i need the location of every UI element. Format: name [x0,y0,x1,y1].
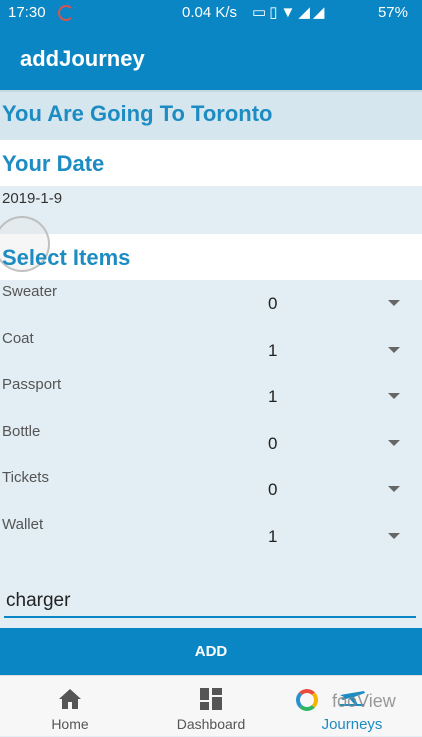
watermark-text: fooView [332,691,396,711]
destination-section: You Are Going To Toronto [0,90,422,140]
nav-label-journeys: Journeys [321,716,383,733]
nav-label-dashboard: Dashboard [176,716,246,732]
item-label: Tickets [2,469,49,486]
status-bar: 17:30 0.04 K/s ▭▯▼◢◢ 57% [0,0,422,26]
date-section-header: Your Date [0,140,422,186]
page-title: addJourney [20,46,145,71]
signal-icon: ◢ [298,4,313,21]
item-label: Passport [2,376,62,393]
home-icon [58,688,82,710]
new-item-input[interactable] [4,586,416,618]
battery-level: 57% [377,4,408,21]
list-item: Sweater 0 [0,280,422,327]
list-item: Passport 1 [0,373,422,420]
quantity-dropdown[interactable]: 0 [262,428,404,456]
items-heading: Select Items [2,245,131,270]
list-item: Coat 1 [0,327,422,374]
date-value-row[interactable]: 2019-1-9 [0,186,422,234]
wifi-icon: ▼ [280,4,299,21]
quantity-dropdown[interactable]: 1 [262,521,404,549]
app-bar: addJourney [0,26,422,90]
dropdown-arrow-icon [388,393,400,399]
quantity-value: 0 [268,294,278,313]
app-watermark: fooView [296,687,406,717]
destination-heading: You Are Going To Toronto [2,101,273,126]
vibrate-icon: ▯ [269,4,281,21]
list-item: Wallet 1 [0,513,422,560]
dropdown-arrow-icon [388,346,400,353]
quantity-dropdown[interactable]: 1 [262,381,404,409]
list-item: Bottle 0 [0,420,422,467]
nav-item-dashboard[interactable]: Dashboard [141,676,281,737]
date-value: 2019-1-9 [2,190,63,207]
fooview-logo-icon [296,689,318,711]
items-list: Sweater 0 Coat 1 Passport 1 Bottle 0 Tic… [0,280,422,559]
signal-2-icon: ◢ [312,4,328,21]
add-button[interactable]: ADD [0,628,422,675]
nav-item-home[interactable]: Home [0,676,140,737]
quantity-dropdown[interactable]: 0 [262,288,404,316]
status-time: 17:30 [8,4,46,21]
quantity-value: 0 [268,480,278,499]
dropdown-arrow-icon [388,486,400,492]
quantity-value: 0 [268,433,278,453]
dropdown-arrow-icon [388,532,400,539]
dropdown-arrow-icon [388,300,400,306]
dashboard-icon [200,688,222,710]
quantity-value: 1 [268,387,278,406]
cast-icon: ▭ [252,4,270,21]
list-item: Tickets 0 [0,466,422,513]
item-label: Coat [2,329,34,347]
item-label: Sweater [2,283,58,300]
date-heading: Your Date [2,151,105,176]
item-label: Bottle [2,422,41,440]
dropdown-arrow-icon [388,439,400,446]
quantity-value: 1 [268,526,278,546]
quantity-dropdown[interactable]: 1 [262,335,404,363]
items-section-header: Select Items [0,216,422,280]
quantity-dropdown[interactable]: 0 [262,474,404,502]
network-speed: 0.04 K/s [182,4,238,21]
quantity-value: 1 [268,340,278,360]
item-label: Wallet [2,515,44,533]
system-icons: ▭▯▼◢◢ [252,3,327,21]
loading-indicator-icon [58,5,74,21]
nav-label-home: Home [51,716,89,732]
